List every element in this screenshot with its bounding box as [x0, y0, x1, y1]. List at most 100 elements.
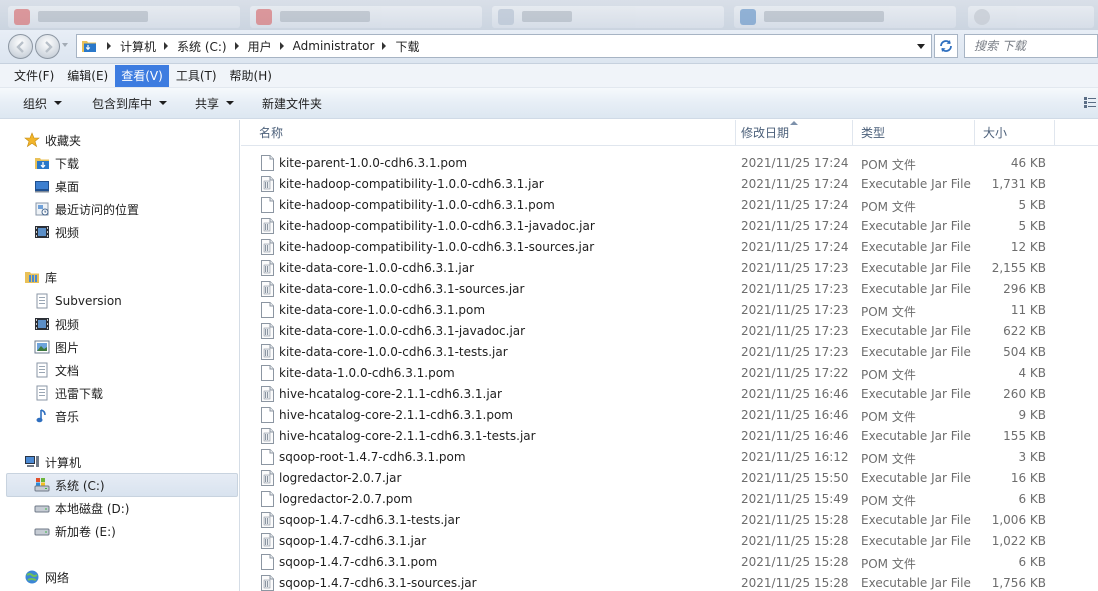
- menu-file[interactable]: 文件(F): [8, 65, 60, 87]
- forward-button[interactable]: [35, 34, 60, 59]
- nav-item-documents[interactable]: 文档: [34, 359, 79, 381]
- file-row[interactable]: kite-data-1.0.0-cdh6.3.1.pom 2021/11/25 1…: [241, 363, 1098, 384]
- file-name: kite-data-core-1.0.0-cdh6.3.1-tests.jar: [279, 345, 508, 359]
- star-icon: [24, 132, 40, 148]
- recent-places-icon: [35, 202, 49, 216]
- nav-item-subversion[interactable]: Subversion: [34, 290, 122, 312]
- address-bar[interactable]: 计算机 系统 (C:) 用户 Administrator 下载: [76, 34, 932, 58]
- file-row[interactable]: kite-hadoop-compatibility-1.0.0-cdh6.3.1…: [241, 237, 1098, 258]
- nav-item-pictures[interactable]: 图片: [34, 336, 79, 358]
- organize-button[interactable]: 组织: [15, 91, 70, 115]
- file-modified-date: 2021/11/25 17:24: [741, 177, 849, 191]
- jar-file-icon: [261, 386, 274, 402]
- nav-item-video[interactable]: 视频: [34, 221, 79, 243]
- menu-tools[interactable]: 工具(T): [170, 65, 223, 87]
- file-row[interactable]: kite-hadoop-compatibility-1.0.0-cdh6.3.1…: [241, 195, 1098, 216]
- file-modified-date: 2021/11/25 17:23: [741, 324, 849, 338]
- breadcrumb-system-drive[interactable]: 系统 (C:): [177, 38, 227, 55]
- file-row[interactable]: hive-hcatalog-core-2.1.1-cdh6.3.1-tests.…: [241, 426, 1098, 447]
- nav-item-xunlei-downloads[interactable]: 迅雷下载: [34, 382, 103, 404]
- nav-item-music[interactable]: 音乐: [34, 405, 79, 427]
- nav-item-downloads[interactable]: 下载: [34, 152, 79, 174]
- recent-pages-dropdown[interactable]: [62, 43, 68, 47]
- change-view-icon[interactable]: [1084, 97, 1096, 108]
- document-icon: [36, 385, 48, 401]
- file-row[interactable]: kite-data-core-1.0.0-cdh6.3.1-tests.jar 2…: [241, 342, 1098, 363]
- file-row[interactable]: sqoop-root-1.4.7-cdh6.3.1.pom 2021/11/25 …: [241, 447, 1098, 468]
- download-folder-icon: [35, 158, 49, 169]
- file-row[interactable]: logredactor-2.0.7.jar 2021/11/25 15:50 Exe…: [241, 468, 1098, 489]
- nav-item-drive-d[interactable]: 本地磁盘 (D:): [34, 497, 129, 519]
- column-header-name[interactable]: 名称: [251, 120, 736, 146]
- drive-icon: [34, 505, 50, 513]
- file-size: 5 KB: [1018, 219, 1046, 233]
- file-size: 504 KB: [1003, 345, 1046, 359]
- breadcrumb-separator[interactable]: [382, 42, 387, 50]
- nav-item-label: 音乐: [55, 409, 80, 424]
- nav-item-label: 系统 (C:): [55, 478, 105, 493]
- nav-favorites[interactable]: 收藏夹: [24, 129, 81, 151]
- file-row[interactable]: hive-hcatalog-core-2.1.1-cdh6.3.1.jar 202…: [241, 384, 1098, 405]
- include-in-library-button[interactable]: 包含到库中: [84, 91, 175, 115]
- nav-item-label: 本地磁盘 (D:): [55, 501, 130, 516]
- breadcrumb-separator[interactable]: [164, 42, 169, 50]
- file-name: kite-hadoop-compatibility-1.0.0-cdh6.3.1…: [279, 219, 595, 233]
- file-row[interactable]: sqoop-1.4.7-cdh6.3.1-sources.jar 2021/11/…: [241, 573, 1098, 591]
- pom-file-icon: [261, 365, 274, 381]
- breadcrumb-computer[interactable]: 计算机: [120, 38, 156, 55]
- column-header-size[interactable]: 大小: [975, 120, 1055, 146]
- file-size: 3 KB: [1018, 450, 1046, 464]
- file-size: 1,022 KB: [991, 534, 1046, 548]
- file-row[interactable]: kite-hadoop-compatibility-1.0.0-cdh6.3.1…: [241, 216, 1098, 237]
- menu-edit[interactable]: 编辑(E): [61, 65, 114, 87]
- column-header-type[interactable]: 类型: [853, 120, 975, 146]
- file-row[interactable]: hive-hcatalog-core-2.1.1-cdh6.3.1.pom 202…: [241, 405, 1098, 426]
- breadcrumb-separator[interactable]: [107, 42, 111, 50]
- menu-view[interactable]: 查看(V): [115, 64, 169, 87]
- nav-item-drive-e[interactable]: 新加卷 (E:): [34, 520, 116, 542]
- file-name: kite-data-core-1.0.0-cdh6.3.1-sources.ja…: [279, 282, 525, 296]
- file-row[interactable]: kite-parent-1.0.0-cdh6.3.1.pom 2021/11/25…: [241, 153, 1098, 174]
- search-input[interactable]: 搜索 下载: [964, 34, 1098, 58]
- file-modified-date: 2021/11/25 15:28: [741, 555, 849, 569]
- chevron-down-icon: [159, 101, 168, 105]
- file-type: Executable Jar File: [861, 177, 971, 191]
- breadcrumb-downloads[interactable]: 下载: [395, 38, 419, 55]
- nav-item-desktop[interactable]: 桌面: [34, 175, 79, 197]
- nav-item-system-drive[interactable]: 系统 (C:): [6, 473, 238, 497]
- file-row[interactable]: logredactor-2.0.7.pom 2021/11/25 15:49 POM…: [241, 489, 1098, 510]
- share-button[interactable]: 共享: [187, 91, 242, 115]
- nav-computer[interactable]: 计算机: [24, 451, 81, 473]
- file-row[interactable]: kite-hadoop-compatibility-1.0.0-cdh6.3.1…: [241, 174, 1098, 195]
- nav-network[interactable]: 网络: [24, 566, 69, 588]
- file-name: kite-hadoop-compatibility-1.0.0-cdh6.3.1…: [279, 198, 555, 212]
- nav-item-recent-places[interactable]: 最近访问的位置: [34, 198, 139, 220]
- breadcrumb-administrator[interactable]: Administrator: [293, 39, 375, 53]
- file-row[interactable]: sqoop-1.4.7-cdh6.3.1-tests.jar 2021/11/25…: [241, 510, 1098, 531]
- command-bar: 组织 包含到库中 共享 新建文件夹: [0, 88, 1098, 119]
- background-tab: [492, 6, 724, 28]
- new-folder-button[interactable]: 新建文件夹: [254, 91, 330, 115]
- network-icon: [25, 570, 39, 584]
- refresh-button[interactable]: [934, 34, 958, 58]
- nav-item-label: 视频: [55, 225, 80, 240]
- nav-item-label: Subversion: [55, 294, 122, 308]
- nav-libraries[interactable]: 库: [24, 266, 57, 288]
- menu-help[interactable]: 帮助(H): [224, 65, 278, 87]
- back-button[interactable]: [8, 34, 33, 59]
- file-row[interactable]: kite-data-core-1.0.0-cdh6.3.1.jar 2021/11…: [241, 258, 1098, 279]
- file-name: kite-data-core-1.0.0-cdh6.3.1.pom: [279, 303, 486, 317]
- file-modified-date: 2021/11/25 15:50: [741, 471, 849, 485]
- address-history-dropdown[interactable]: [917, 44, 925, 49]
- nav-item-library-video[interactable]: 视频: [34, 313, 79, 335]
- file-row[interactable]: sqoop-1.4.7-cdh6.3.1.jar 2021/11/25 15:28…: [241, 531, 1098, 552]
- file-row[interactable]: kite-data-core-1.0.0-cdh6.3.1-sources.ja…: [241, 279, 1098, 300]
- breadcrumb-separator[interactable]: [234, 42, 239, 50]
- breadcrumb-users[interactable]: 用户: [248, 38, 272, 55]
- file-row[interactable]: sqoop-1.4.7-cdh6.3.1.pom 2021/11/25 15:28…: [241, 552, 1098, 573]
- breadcrumb-separator[interactable]: [279, 42, 284, 50]
- nav-libraries-label: 库: [45, 270, 58, 285]
- file-row[interactable]: kite-data-core-1.0.0-cdh6.3.1.pom 2021/11…: [241, 300, 1098, 321]
- file-row[interactable]: kite-data-core-1.0.0-cdh6.3.1-javadoc.ja…: [241, 321, 1098, 342]
- refresh-icon: [940, 40, 952, 52]
